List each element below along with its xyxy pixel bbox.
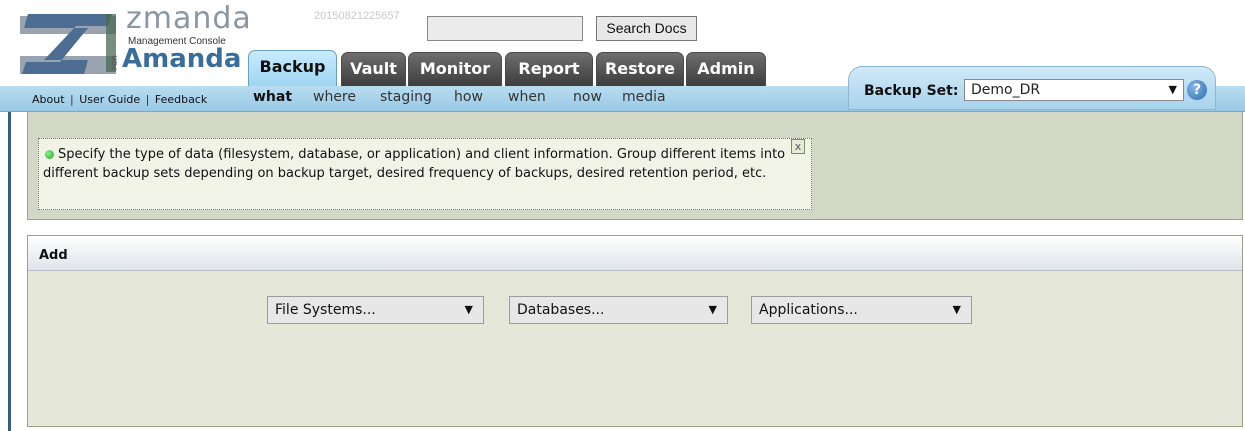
- file-systems-dropdown[interactable]: File Systems... ▼: [267, 296, 484, 324]
- backup-set-value: Demo_DR: [971, 82, 1041, 98]
- tab-admin[interactable]: Admin: [686, 52, 766, 86]
- backup-set-label: Backup Set:: [864, 83, 959, 99]
- subtab-media[interactable]: media: [622, 89, 666, 105]
- chevron-down-icon: ▼: [1168, 83, 1177, 96]
- info-message: Specify the type of data (filesystem, da…: [38, 138, 812, 210]
- file-systems-value: File Systems...: [275, 302, 376, 318]
- help-links: About | User Guide | Feedback: [32, 93, 207, 106]
- add-panel-title: Add: [39, 248, 68, 263]
- about-link[interactable]: About: [32, 93, 65, 106]
- add-panel-header: Add: [28, 236, 1242, 271]
- feedback-link[interactable]: Feedback: [155, 93, 207, 106]
- tab-backup[interactable]: Backup: [248, 50, 337, 86]
- search-docs-button[interactable]: Search Docs: [596, 16, 697, 41]
- tab-restore[interactable]: Restore: [596, 52, 684, 86]
- applications-dropdown[interactable]: Applications... ▼: [751, 296, 972, 324]
- logo-for-text: FOR: [112, 55, 119, 70]
- link-separator: |: [70, 93, 74, 106]
- header: zmanda Management Console FOR Amanda 201…: [0, 0, 1245, 112]
- logo-product-text: Amanda: [122, 44, 242, 74]
- tab-report[interactable]: Report: [505, 52, 593, 86]
- databases-dropdown[interactable]: Databases... ▼: [509, 296, 728, 324]
- add-panel: Add: [27, 235, 1243, 427]
- chevron-down-icon: ▼: [708, 303, 717, 316]
- subtab-what[interactable]: what: [253, 89, 292, 105]
- applications-value: Applications...: [759, 302, 858, 318]
- tab-monitor[interactable]: Monitor: [408, 52, 502, 86]
- build-id: 20150821225657: [314, 10, 400, 22]
- databases-value: Databases...: [517, 302, 605, 318]
- tab-vault[interactable]: Vault: [341, 52, 406, 86]
- close-info-button[interactable]: x: [791, 139, 805, 154]
- zmanda-logo-icon: [20, 14, 116, 74]
- backup-set-panel: Backup Set: Demo_DR ▼ ?: [848, 66, 1216, 110]
- subtab-where[interactable]: where: [313, 89, 356, 105]
- chevron-down-icon: ▼: [952, 303, 961, 316]
- green-dot-icon: [45, 149, 54, 159]
- subtab-when[interactable]: when: [508, 89, 546, 105]
- help-icon[interactable]: ?: [1187, 80, 1207, 100]
- logo-brand-text: zmanda: [126, 1, 252, 36]
- chevron-down-icon: ▼: [464, 303, 473, 316]
- link-separator: |: [145, 93, 150, 106]
- zmanda-amanda-logo[interactable]: zmanda Management Console FOR Amanda: [8, 4, 251, 80]
- info-text: Specify the type of data (filesystem, da…: [43, 147, 786, 181]
- left-rail: [8, 112, 11, 431]
- subtab-now[interactable]: now: [573, 89, 602, 105]
- search-input[interactable]: [427, 16, 583, 41]
- subtab-staging[interactable]: staging: [380, 89, 432, 105]
- backup-set-select[interactable]: Demo_DR ▼: [964, 79, 1184, 101]
- subtab-how[interactable]: how: [454, 89, 483, 105]
- user-guide-link[interactable]: User Guide: [79, 93, 140, 106]
